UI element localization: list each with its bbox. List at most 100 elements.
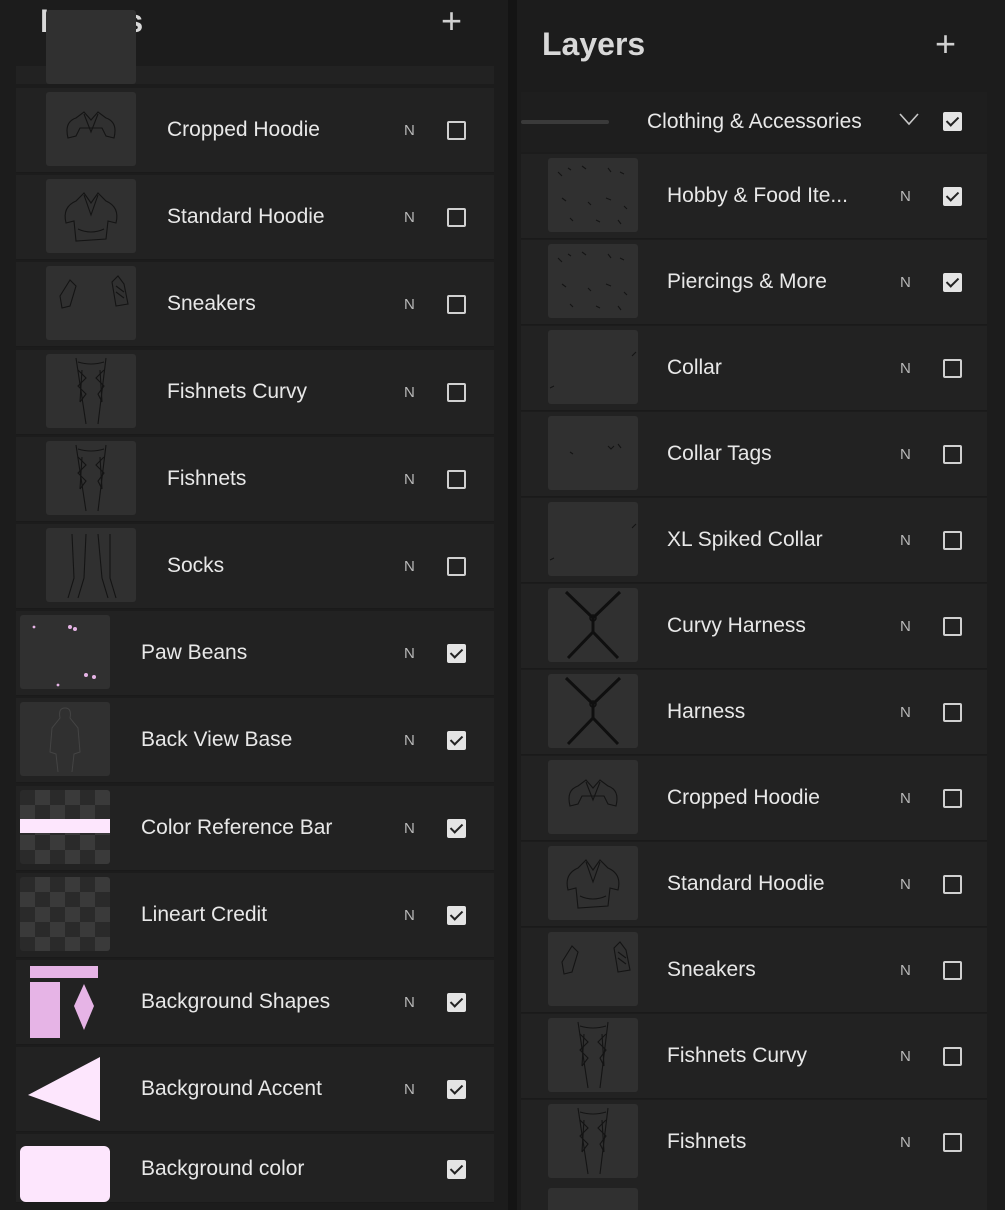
layer-row[interactable]: Collar Tags N	[521, 412, 987, 497]
layer-name: Harness	[667, 700, 746, 723]
layer-row[interactable]: Fishnets N	[521, 1100, 987, 1185]
visibility-checkbox[interactable]	[943, 789, 962, 808]
blend-mode-label[interactable]: N	[404, 558, 415, 575]
blend-mode-label[interactable]: N	[404, 296, 415, 313]
blend-mode-label[interactable]: N	[404, 907, 415, 924]
visibility-checkbox[interactable]	[943, 703, 962, 722]
layer-row[interactable]: Cropped Hoodie N	[521, 756, 987, 841]
layer-thumbnail	[548, 502, 638, 576]
layers-panel-left: Layers + Cropped HoodieNStandard HoodieN…	[0, 0, 508, 1210]
layer-name: Color Reference Bar	[141, 815, 333, 839]
layer-row[interactable]: Background Accent N	[16, 1047, 494, 1133]
visibility-checkbox[interactable]	[447, 208, 466, 228]
visibility-checkbox[interactable]	[943, 112, 962, 131]
layer-name: Fishnets Curvy	[667, 1044, 808, 1067]
visibility-checkbox[interactable]	[447, 295, 466, 315]
layer-row[interactable]: Sneakers N	[16, 262, 494, 348]
visibility-checkbox[interactable]	[447, 121, 466, 140]
layer-row[interactable]: Sneakers N	[521, 928, 987, 1013]
layer-name: Collar Tags	[667, 442, 772, 465]
blend-mode-label[interactable]: N	[404, 1081, 415, 1098]
blend-mode-label[interactable]: N	[900, 532, 911, 549]
visibility-checkbox[interactable]	[943, 875, 962, 894]
layer-row-partial[interactable]	[16, 10, 494, 84]
layer-row[interactable]: Background color	[16, 1134, 494, 1204]
layer-name: XL Spiked Collar	[667, 528, 823, 551]
layer-thumbnail	[46, 92, 136, 166]
layer-thumbnail	[548, 932, 638, 1006]
layer-row[interactable]: Curvy Harness N	[521, 584, 987, 669]
layer-row[interactable]: Socks N	[16, 524, 494, 609]
blend-mode-label[interactable]: N	[404, 384, 415, 401]
blend-mode-label[interactable]: N	[900, 618, 911, 635]
blend-mode-label[interactable]: N	[404, 994, 415, 1011]
layer-row[interactable]: Paw Beans N	[16, 611, 494, 697]
visibility-checkbox[interactable]	[943, 1047, 962, 1066]
visibility-checkbox[interactable]	[943, 187, 962, 206]
visibility-checkbox[interactable]	[447, 993, 466, 1012]
visibility-checkbox[interactable]	[447, 905, 466, 925]
layer-group-clothing[interactable]: Clothing & Accessories	[521, 92, 987, 152]
blend-mode-label[interactable]: N	[404, 209, 415, 226]
layer-thumbnail	[548, 158, 638, 232]
visibility-checkbox[interactable]	[447, 1080, 466, 1100]
layer-thumbnail	[548, 588, 638, 662]
visibility-checkbox[interactable]	[447, 644, 466, 664]
layer-row[interactable]: Color Reference Bar N	[16, 785, 494, 871]
blend-mode-label[interactable]: N	[404, 645, 415, 662]
layer-row[interactable]: Background Shapes N	[16, 960, 494, 1045]
visibility-checkbox[interactable]	[943, 1133, 962, 1152]
visibility-checkbox[interactable]	[943, 445, 962, 464]
visibility-checkbox[interactable]	[943, 961, 962, 980]
layer-name: Sneakers	[167, 292, 256, 316]
blend-mode-label[interactable]: N	[404, 471, 415, 488]
layer-thumbnail	[20, 876, 110, 951]
blend-mode-label[interactable]: N	[404, 122, 415, 139]
visibility-checkbox[interactable]	[447, 731, 466, 751]
blend-mode-label[interactable]: N	[900, 1048, 911, 1065]
blend-mode-label[interactable]: N	[900, 876, 911, 893]
layer-row[interactable]: Back View Base N	[16, 698, 494, 784]
layer-row-partial[interactable]	[521, 1184, 987, 1210]
visibility-checkbox[interactable]	[943, 273, 962, 292]
blend-mode-label[interactable]: N	[900, 446, 911, 463]
blend-mode-label[interactable]: N	[900, 274, 911, 291]
layer-row[interactable]: Fishnets Curvy N	[521, 1014, 987, 1099]
layer-row[interactable]: Standard Hoodie N	[521, 842, 987, 927]
layer-thumbnail	[548, 330, 638, 404]
visibility-checkbox[interactable]	[943, 617, 962, 636]
layer-row[interactable]: Lineart Credit N	[16, 872, 494, 958]
layer-row[interactable]: Harness N	[521, 670, 987, 755]
visibility-checkbox[interactable]	[447, 469, 466, 489]
visibility-checkbox[interactable]	[447, 557, 466, 576]
layer-thumbnail	[548, 760, 638, 834]
layer-row[interactable]: Standard Hoodie N	[16, 175, 494, 261]
add-layer-button[interactable]: +	[441, 3, 462, 39]
layer-row[interactable]: Hobby & Food Ite... N	[521, 154, 987, 239]
blend-mode-label[interactable]: N	[900, 188, 911, 205]
layer-row[interactable]: Fishnets Curvy N	[16, 349, 494, 435]
visibility-checkbox[interactable]	[943, 531, 962, 550]
layer-row[interactable]: XL Spiked Collar N	[521, 498, 987, 583]
layer-row[interactable]: Cropped Hoodie N	[16, 88, 494, 173]
add-layer-button[interactable]: +	[935, 26, 956, 62]
layer-name: Fishnets	[167, 466, 247, 490]
visibility-checkbox[interactable]	[447, 818, 466, 838]
blend-mode-label[interactable]: N	[404, 732, 415, 749]
layer-name: Cropped Hoodie	[667, 786, 820, 809]
blend-mode-label[interactable]: N	[900, 790, 911, 807]
layer-row[interactable]: Collar N	[521, 326, 987, 411]
blend-mode-label[interactable]: N	[900, 1134, 911, 1151]
blend-mode-label[interactable]: N	[900, 962, 911, 979]
blend-mode-label[interactable]: N	[900, 704, 911, 721]
visibility-checkbox[interactable]	[943, 359, 962, 378]
chevron-down-icon[interactable]	[899, 112, 919, 126]
layer-thumbnail	[46, 440, 136, 515]
blend-mode-label[interactable]: N	[404, 820, 415, 837]
layer-row[interactable]: Piercings & More N	[521, 240, 987, 325]
layer-row[interactable]: Fishnets N	[16, 436, 494, 522]
visibility-checkbox[interactable]	[447, 1160, 466, 1180]
visibility-checkbox[interactable]	[447, 382, 466, 402]
layer-name: Background Shapes	[141, 990, 331, 1013]
blend-mode-label[interactable]: N	[900, 360, 911, 377]
